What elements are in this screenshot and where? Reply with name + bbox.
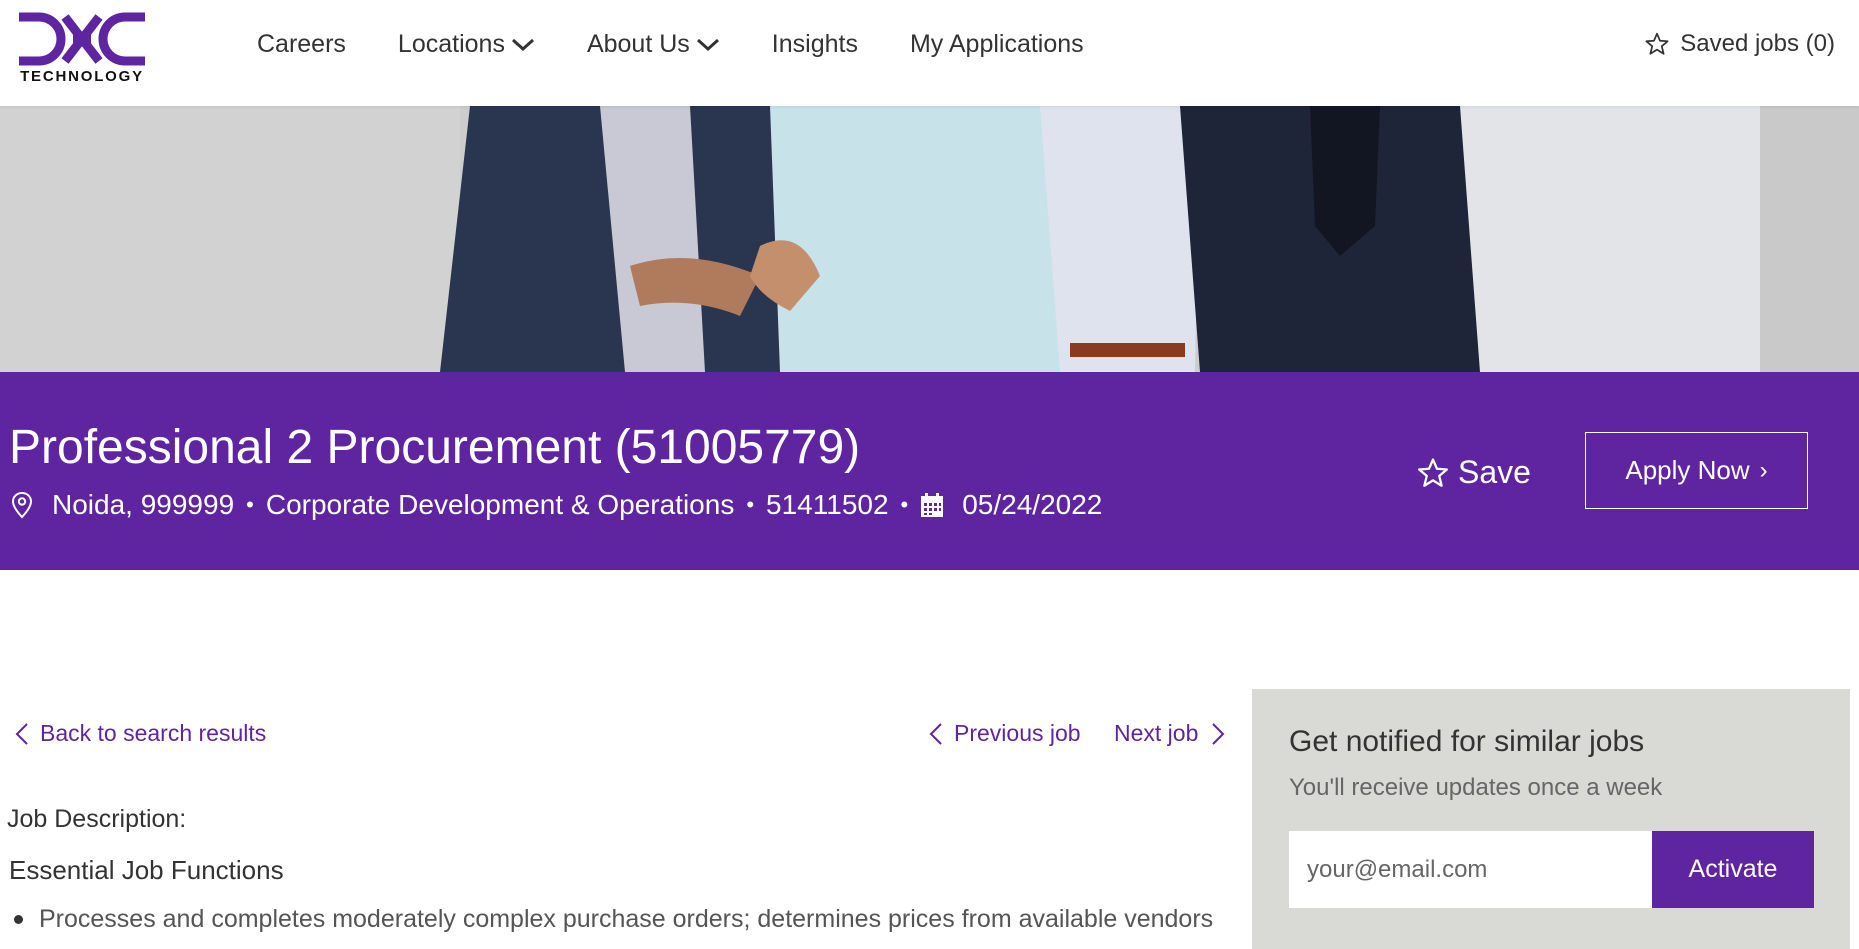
calendar-icon	[921, 493, 944, 517]
nav-insights-label: Insights	[771, 30, 858, 58]
nav-careers-label: Careers	[257, 30, 346, 58]
chevron-right-icon	[1212, 722, 1225, 745]
dxc-logo[interactable]: TECHNOLOGY	[17, 12, 147, 87]
previous-job-label: Previous job	[954, 720, 1081, 746]
hero-image	[0, 106, 1859, 372]
nav-careers[interactable]: Careers	[257, 30, 346, 59]
next-job-label: Next job	[1114, 720, 1199, 746]
list-item: Processes and completes moderately compl…	[14, 905, 1213, 934]
location-pin-icon	[11, 491, 33, 519]
job-id: 51411502	[766, 489, 889, 520]
job-alert-subtitle: You'll receive updates once a week	[1289, 774, 1663, 801]
saved-jobs-label: Saved jobs (0)	[1680, 30, 1835, 57]
nav-locations[interactable]: Locations	[398, 30, 535, 59]
job-meta: Noida, 999999 • Corporate Development & …	[10, 489, 1102, 521]
bullet-dot	[14, 915, 23, 924]
main-nav: Careers Locations About Us Insights My A…	[257, 30, 1136, 59]
separator-dot: •	[746, 492, 755, 517]
dxc-logo-mark	[19, 12, 145, 66]
hero-photo-illustration	[0, 106, 1859, 372]
email-field[interactable]	[1289, 831, 1652, 908]
separator-dot: •	[246, 492, 254, 517]
essential-functions-heading: Essential Job Functions	[9, 855, 284, 885]
job-title: Professional 2 Procurement (51005779)	[9, 421, 861, 474]
activate-button[interactable]: Activate	[1652, 831, 1814, 908]
logo-text: TECHNOLOGY	[20, 68, 144, 85]
nav-locations-label: Locations	[397, 30, 505, 58]
save-job-button[interactable]: Save	[1416, 454, 1531, 491]
nav-about-us-label: About Us	[586, 30, 690, 58]
nav-my-applications-label: My Applications	[909, 30, 1084, 58]
site-header: TECHNOLOGY Careers Locations About Us In…	[0, 0, 1859, 106]
previous-job-link[interactable]: Previous job	[928, 720, 1081, 747]
job-date: 05/24/2022	[962, 489, 1103, 520]
nav-my-applications[interactable]: My Applications	[910, 30, 1084, 59]
nav-about-us[interactable]: About Us	[587, 30, 720, 59]
chevron-down-icon	[511, 38, 534, 51]
job-description-label: Job Description:	[7, 805, 187, 833]
separator-dot: •	[900, 492, 909, 517]
job-location: Noida, 999999	[52, 489, 235, 520]
list-item-text: Processes and completes moderately compl…	[39, 905, 1214, 933]
job-banner: Professional 2 Procurement (51005779) No…	[0, 372, 1859, 570]
chevron-left-icon	[929, 722, 942, 745]
saved-jobs-link[interactable]: Saved jobs (0)	[1644, 30, 1835, 58]
back-to-search-label: Back to search results	[40, 720, 267, 746]
apply-now-label: Apply Now	[1625, 455, 1750, 485]
job-alert-title: Get notified for similar jobs	[1289, 725, 1645, 758]
chevron-right-icon: ›	[1759, 456, 1768, 484]
job-alert-panel: Get notified for similar jobs You'll rec…	[1252, 689, 1850, 949]
star-outline-icon	[1645, 32, 1669, 55]
nav-insights[interactable]: Insights	[772, 30, 858, 59]
chevron-down-icon	[696, 38, 719, 51]
save-job-label: Save	[1458, 454, 1531, 490]
job-department: Corporate Development & Operations	[265, 489, 735, 520]
apply-now-button[interactable]: Apply Now ›	[1585, 432, 1808, 509]
chevron-left-icon	[15, 722, 28, 745]
next-job-link[interactable]: Next job	[1114, 720, 1226, 747]
star-outline-icon	[1417, 457, 1449, 487]
back-to-search-link[interactable]: Back to search results	[14, 720, 266, 747]
